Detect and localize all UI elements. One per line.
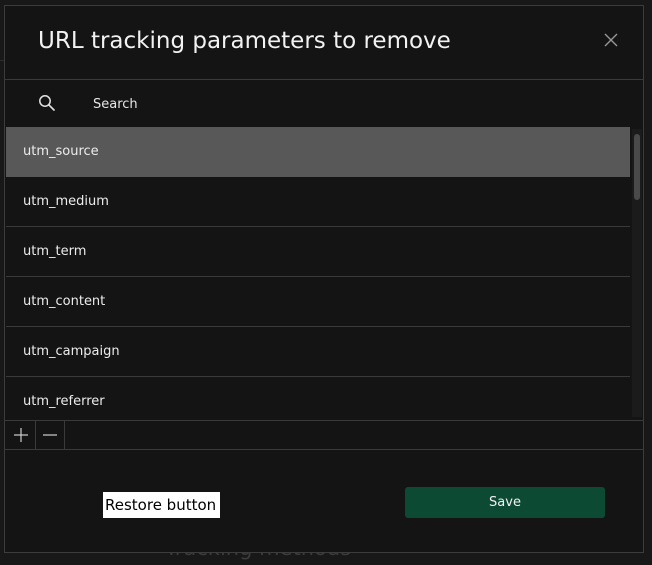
list-toolbar xyxy=(5,420,643,450)
list-item[interactable]: utm_campaign xyxy=(6,327,630,377)
list-item[interactable]: utm_term xyxy=(6,227,630,277)
dialog-title: URL tracking parameters to remove xyxy=(38,28,451,54)
search-input[interactable] xyxy=(85,90,585,118)
list-item[interactable]: utm_source xyxy=(6,127,630,177)
add-parameter-button[interactable] xyxy=(6,421,36,449)
restore-button[interactable]: Restore button xyxy=(103,492,221,518)
list-item[interactable]: utm_content xyxy=(6,277,630,327)
tracking-parameters-dialog: URL tracking parameters to remove utm_so… xyxy=(4,5,644,553)
dialog-header: URL tracking parameters to remove xyxy=(5,6,643,80)
remove-parameter-button[interactable] xyxy=(35,421,65,449)
search-icon xyxy=(38,94,56,112)
parameter-list-items: utm_source utm_medium utm_term utm_conte… xyxy=(6,127,630,419)
plus-icon xyxy=(13,428,28,442)
list-item[interactable]: utm_referrer xyxy=(6,377,630,419)
parameter-list: utm_source utm_medium utm_term utm_conte… xyxy=(5,127,643,419)
dialog-footer: Restore button Save xyxy=(5,450,643,552)
close-icon xyxy=(604,33,618,47)
minus-icon xyxy=(42,434,57,436)
close-button[interactable] xyxy=(604,33,618,47)
search-bar xyxy=(5,80,643,127)
save-button[interactable]: Save xyxy=(405,487,605,518)
scrollbar-thumb[interactable] xyxy=(634,134,640,200)
list-item[interactable]: utm_medium xyxy=(6,177,630,227)
